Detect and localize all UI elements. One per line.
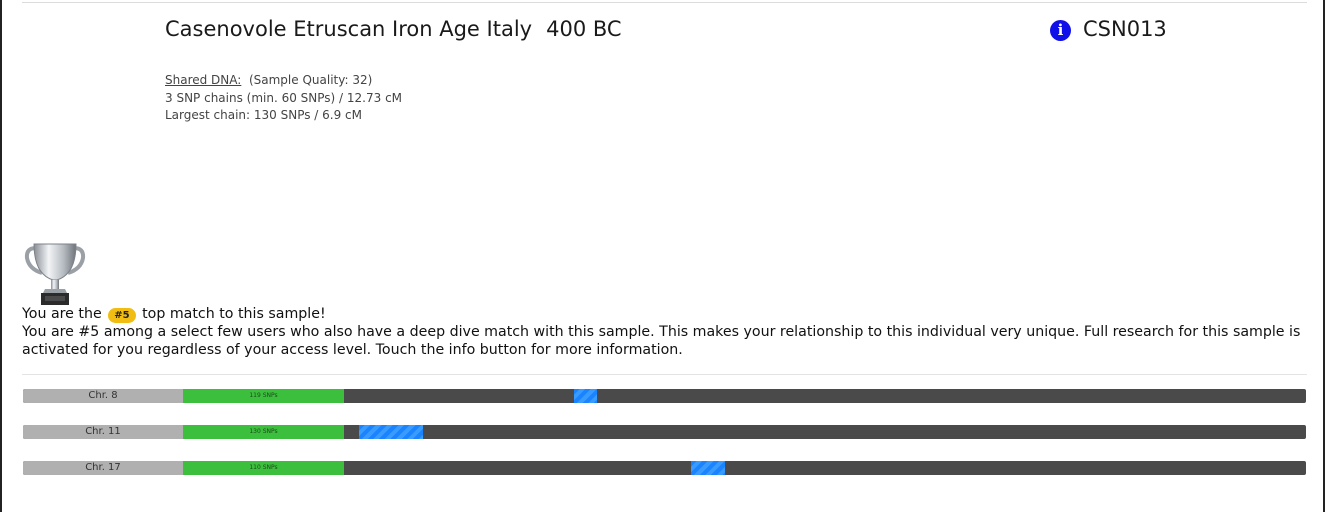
- sample-date: 400 BC: [546, 17, 622, 41]
- snp-count: 119 SNPs: [183, 389, 344, 403]
- sample-name: Casenovole Etruscan Iron Age Italy: [165, 17, 533, 41]
- chromosome-bar: Chr. 11 130 SNPs: [23, 425, 1306, 439]
- shared-segment: [574, 389, 598, 403]
- top-match-line: You are the #5 top match to this sample!: [22, 305, 1312, 323]
- largest-chain: Largest chain: 130 SNPs / 6.9 cM: [165, 108, 362, 122]
- section-divider: [22, 374, 1307, 375]
- top-match-suffix: top match to this sample!: [142, 306, 326, 322]
- shared-segment: [690, 461, 725, 475]
- chromosome-bar: Chr. 17 110 SNPs: [23, 461, 1306, 475]
- snp-count: 110 SNPs: [183, 461, 344, 475]
- match-description: You are #5 among a select few users who …: [22, 324, 1301, 358]
- rank-badge: #5: [108, 308, 136, 323]
- sample-id: CSN013: [1083, 17, 1167, 41]
- sample-quality: (Sample Quality: 32): [248, 73, 373, 87]
- result-panel: Casenovole Etruscan Iron Age Italy 400 BC…: [0, 0, 1325, 512]
- top-match-prefix: You are the: [22, 306, 102, 322]
- chromosome-label: Chr. 8: [23, 389, 183, 403]
- shared-segment: [359, 425, 424, 439]
- shared-dna-label: Shared DNA:: [165, 73, 242, 87]
- chromosome-label: Chr. 17: [23, 461, 183, 475]
- snp-chains: 3 SNP chains (min. 60 SNPs) / 12.73 cM: [165, 90, 403, 105]
- trophy-icon: [24, 243, 86, 305]
- snp-count: 130 SNPs: [183, 425, 344, 439]
- chromosome-bar: Chr. 8 119 SNPs: [23, 389, 1306, 403]
- info-icon[interactable]: i: [1050, 20, 1071, 41]
- chromosome-label: Chr. 11: [23, 425, 183, 439]
- top-divider: [22, 2, 1307, 3]
- sample-title: Casenovole Etruscan Iron Age Italy 400 BC: [165, 17, 622, 41]
- shared-dna-info: Shared DNA: (Sample Quality: 32) 3 SNP c…: [165, 72, 402, 125]
- match-message: You are the #5 top match to this sample!…: [22, 305, 1312, 359]
